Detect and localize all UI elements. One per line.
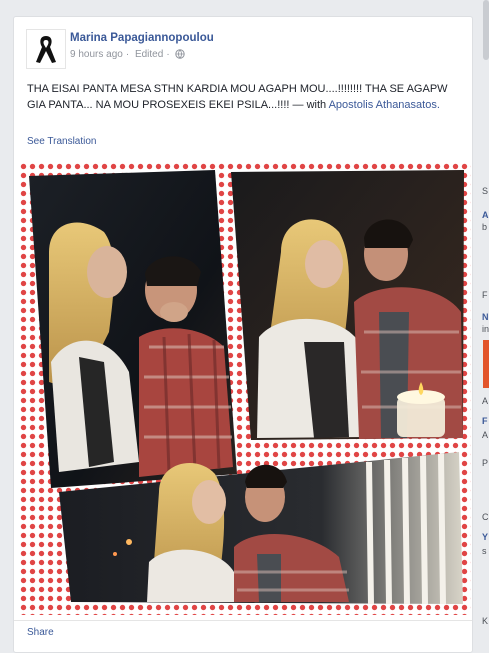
right-column-glyph: C [482,512,489,522]
avatar[interactable] [26,29,66,69]
edited-indicator[interactable]: Edited [135,49,163,60]
black-mourning-ribbon-icon [36,36,56,63]
photo-collage[interactable] [19,162,471,615]
post-timestamp[interactable]: 9 hours ago [70,49,123,60]
right-column-glyph: Y [482,532,489,542]
share-link[interactable]: Share [27,627,54,638]
right-column-glyph: s [482,546,487,556]
post-status-text: THA EISAI PANTA MESA STHN KARDIA MOU AGA… [27,81,459,113]
tagged-friend-link[interactable]: Apostolis Athanasatos. [329,99,440,111]
with-prefix: — with [292,99,327,111]
right-column-glyph: K [482,616,489,626]
author-name-link[interactable]: Marina Papagiannopoulou [70,32,214,44]
see-translation-link[interactable]: See Translation [27,136,97,147]
globe-icon[interactable] [175,49,186,60]
right-column-glyph: N [482,312,489,322]
right-column-glyph: F [482,290,488,300]
right-column-accent [483,340,489,388]
right-column-glyph: A [482,396,489,406]
scrollbar-thumb[interactable] [483,0,489,60]
right-column-glyph: P [482,458,489,468]
right-column-glyph: b [482,222,488,232]
post-meta: 9 hours ago · Edited · [70,49,186,60]
photo-1 [29,170,237,488]
right-column-glyph: F [482,416,488,426]
right-column-glyph: A [482,430,489,440]
photo-2 [231,170,464,440]
post-divider [14,620,472,621]
news-feed-post: Marina Papagiannopoulou 9 hours ago · Edi… [13,16,473,653]
collage-photos [29,170,464,605]
right-column-glyph: in [482,324,489,334]
page-top-strip [0,0,489,14]
right-column-glyph: S [482,186,489,196]
right-column-glyph: A [482,210,489,220]
